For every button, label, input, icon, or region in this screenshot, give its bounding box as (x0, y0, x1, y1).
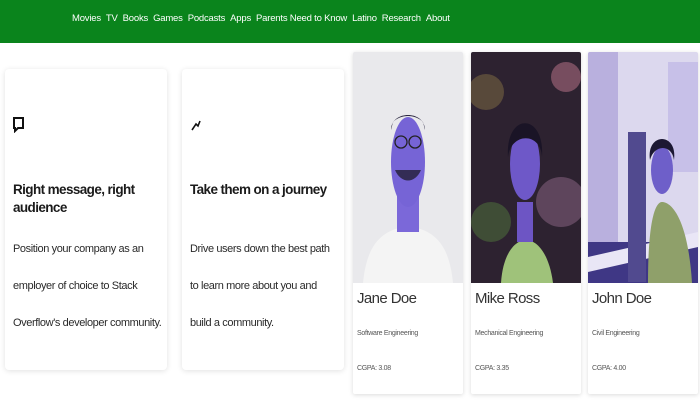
nav-link-research[interactable]: Research (382, 13, 421, 24)
nav-link-about[interactable]: About (426, 13, 450, 24)
nav-link-books[interactable]: Books (123, 13, 149, 24)
nav-link-latino[interactable]: Latino (352, 13, 377, 24)
nav-link-tv[interactable]: TV (106, 13, 118, 24)
person-name: Mike Ross (475, 290, 540, 307)
main-nav: Movies TV Books Games Podcasts Apps Pare… (72, 13, 450, 24)
person-gpa: CGPA: 4.00 (592, 365, 626, 372)
chat-icon (13, 117, 24, 133)
nav-link-movies[interactable]: Movies (72, 13, 101, 24)
profile-photo (471, 52, 581, 283)
top-navigation-bar: Movies TV Books Games Podcasts Apps Pare… (0, 0, 700, 43)
feature-card-journey: Take them on a journey Drive users down … (182, 69, 344, 370)
nav-link-games[interactable]: Games (153, 13, 183, 24)
profile-card-mike-ross[interactable]: Mike Ross Mechanical Engineering CGPA: 3… (471, 52, 581, 394)
person-role: Mechanical Engineering (475, 330, 544, 337)
path-icon (191, 120, 201, 131)
person-name: John Doe (592, 290, 652, 307)
person-name: Jane Doe (357, 290, 417, 307)
nav-link-podcasts[interactable]: Podcasts (188, 13, 226, 24)
profile-card-john-doe[interactable]: John Doe Civil Engineering CGPA: 4.00 (588, 52, 698, 394)
profile-photo (353, 52, 463, 283)
nav-link-parents-need-to-know[interactable]: Parents Need to Know (256, 13, 347, 24)
person-role: Software Engineering (357, 330, 418, 337)
profile-photo (588, 52, 698, 283)
feature-title: Take them on a journey (190, 182, 327, 197)
feature-description: Drive users down the best path to learn … (190, 243, 330, 329)
feature-title: Right message, right audience (13, 182, 135, 215)
profile-card-jane-doe[interactable]: Jane Doe Software Engineering CGPA: 3.08 (353, 52, 463, 394)
person-gpa: CGPA: 3.35 (475, 365, 509, 372)
nav-link-apps[interactable]: Apps (230, 13, 251, 24)
person-gpa: CGPA: 3.08 (357, 365, 391, 372)
feature-card-audience: Right message, right audience Position y… (5, 69, 167, 370)
person-role: Civil Engineering (592, 330, 640, 337)
feature-description: Position your company as an employer of … (13, 243, 162, 329)
